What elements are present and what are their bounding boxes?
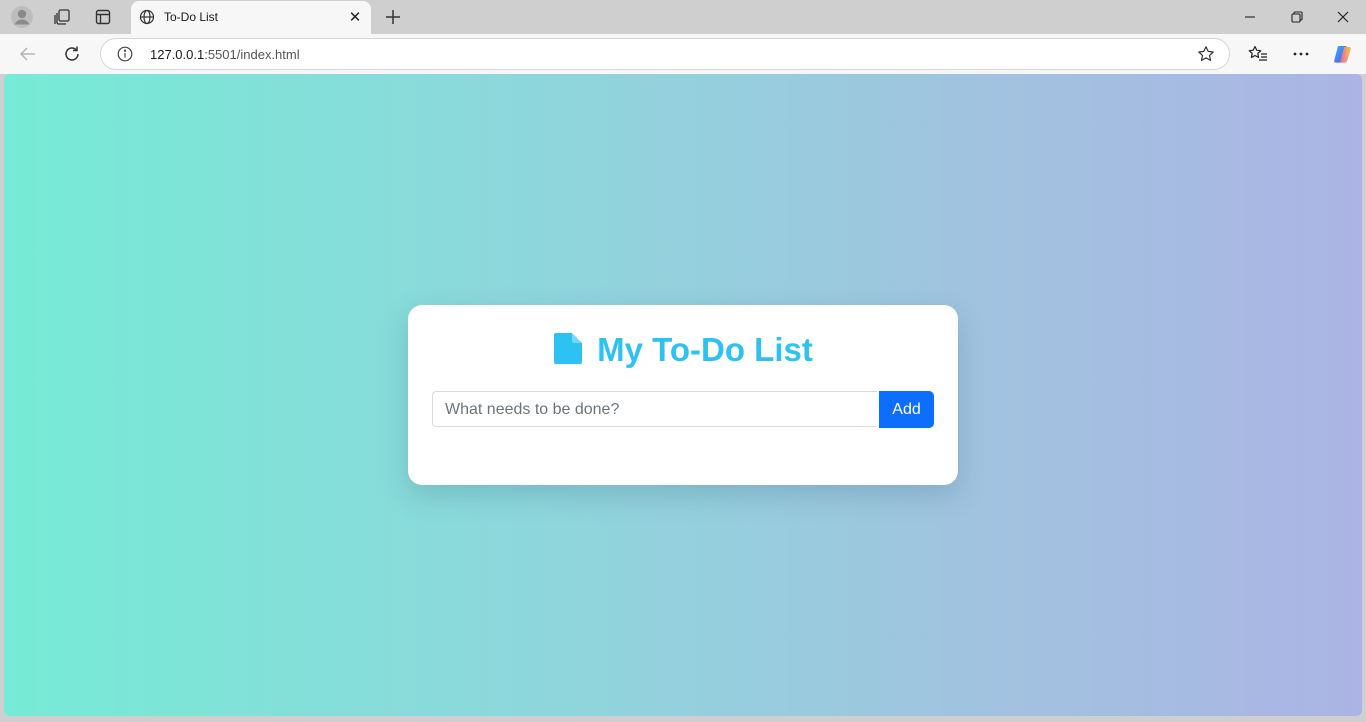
restore-icon[interactable] [1285,6,1309,28]
address-bar[interactable]: 127.0.0.1:5501/index.html [100,38,1230,70]
favorites-icon[interactable] [1245,41,1271,67]
todo-input-placeholder: What needs to be done? [445,401,620,418]
tab-todo-list[interactable]: To-Do List ✕ [131,1,371,34]
close-window-icon[interactable] [1331,6,1355,28]
note-icon [553,332,583,365]
plus-icon[interactable] [380,5,406,29]
tab-title: To-Do List [164,10,219,24]
url-path: :5501/index.html [204,47,300,62]
back-arrow-icon[interactable] [14,40,42,68]
workspaces-icon[interactable] [49,5,75,29]
refresh-icon[interactable] [58,40,86,68]
more-icon[interactable] [1288,41,1314,67]
add-button[interactable]: Add [879,391,934,428]
url-text: 127.0.0.1:5501/index.html [150,47,300,62]
profile-icon[interactable] [9,5,35,29]
browser-toolbar: 127.0.0.1:5501/index.html [0,34,1366,74]
todo-input[interactable]: What needs to be done? [432,391,877,427]
page-title: My To-Do List [408,331,958,369]
minimize-icon[interactable] [1238,6,1262,28]
star-icon[interactable] [1197,45,1215,63]
todo-card: My To-Do List What needs to be done? Add [408,305,958,485]
page-title-text: My To-Do List [597,331,813,368]
tab-actions-icon[interactable] [90,5,116,29]
title-bar: To-Do List ✕ [0,0,1366,34]
page-viewport: My To-Do List What needs to be done? Add [4,74,1362,716]
globe-icon [139,9,155,25]
close-icon[interactable]: ✕ [345,7,365,27]
url-host: 127.0.0.1 [150,47,205,62]
info-icon[interactable] [117,46,133,62]
copilot-icon[interactable] [1330,41,1356,67]
